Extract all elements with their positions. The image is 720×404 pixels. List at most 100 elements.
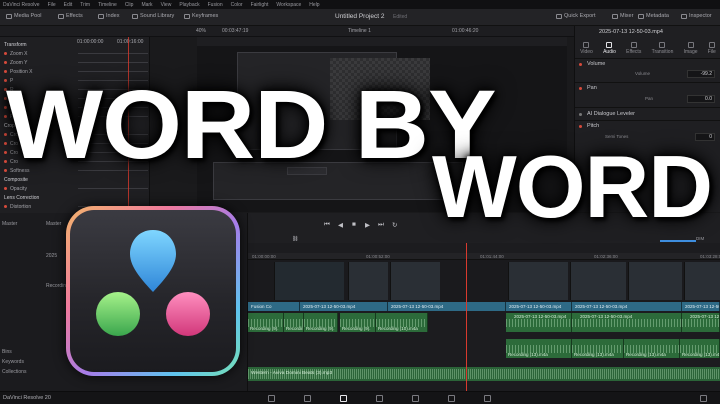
keyframe-track[interactable]: [78, 53, 148, 54]
skip-back-icon[interactable]: ⏮: [324, 221, 330, 229]
video-clip[interactable]: 2025-07-13 12-50-03.mp4: [506, 302, 572, 311]
tab-effects[interactable]: Effects: [626, 42, 641, 55]
keyframe-dot[interactable]: [4, 52, 7, 55]
audio-clip[interactable]: Recording (9).: [284, 313, 304, 332]
menu-item-trim[interactable]: Trim: [80, 2, 90, 8]
keyframe-dot[interactable]: [579, 63, 582, 66]
menu-item-fairlight[interactable]: Fairlight: [251, 2, 269, 8]
index-button[interactable]: Index: [98, 13, 119, 19]
sound-library-button[interactable]: Sound Library: [132, 13, 174, 19]
bins-label[interactable]: Bins: [2, 349, 12, 355]
menu-item-color[interactable]: Color: [231, 2, 243, 8]
color-page-icon[interactable]: [412, 395, 419, 402]
tab-image[interactable]: Image: [684, 42, 698, 55]
video-clip[interactable]: 2025-07-13 12-50-03.mp4: [388, 302, 506, 311]
keyframes-button[interactable]: Keyframes: [184, 13, 218, 19]
video-clip[interactable]: 2025-07-13 12-50-03.mp4: [572, 302, 682, 311]
metadata-button[interactable]: Metadata: [638, 13, 669, 19]
media-pool-button[interactable]: Media Pool: [6, 13, 42, 19]
link-icon[interactable]: ⛓: [292, 236, 298, 242]
volume-slider[interactable]: [660, 240, 696, 242]
timeline-selector[interactable]: Timeline 1: [348, 28, 371, 34]
pool-item-thumb-label[interactable]: Recordin: [46, 283, 66, 289]
collections-label[interactable]: Collections: [2, 369, 26, 375]
settings-gear-icon[interactable]: [700, 395, 707, 402]
cut-page-icon[interactable]: [304, 395, 311, 402]
audio-clip[interactable]: Recording (9).: [340, 313, 376, 332]
clip-thumbnail[interactable]: [508, 262, 568, 300]
volume-value[interactable]: -99.2: [687, 70, 715, 78]
audio-clip[interactable]: Recording (10).m4a: [376, 313, 428, 332]
fusion-page-icon[interactable]: [376, 395, 383, 402]
reverse-play-icon[interactable]: ◀: [338, 221, 343, 229]
timeline-ruler[interactable]: 01:00:00:00 01:00:52:00 01:01:44:00 01:02:3…: [248, 253, 720, 260]
edit-page-icon[interactable]: [340, 395, 347, 402]
volume-section[interactable]: Volume: [575, 60, 720, 69]
audio-clip[interactable]: Recording (13).m4a: [680, 339, 720, 358]
stop-icon[interactable]: ■: [352, 221, 356, 228]
audio-clip[interactable]: Recording (13).m4a: [624, 339, 680, 358]
video-clip[interactable]: 2025-07-13 12-50-03.mp4: [682, 302, 720, 311]
audio-clip[interactable]: Recording (9).: [248, 313, 284, 332]
menu-item-workspace[interactable]: Workspace: [276, 2, 301, 8]
menu-item-view[interactable]: View: [161, 2, 172, 8]
pan-section[interactable]: Pan: [575, 84, 720, 93]
master-bin-label[interactable]: Master: [2, 221, 17, 227]
skip-forward-icon[interactable]: ⏭: [378, 221, 384, 229]
mixer-button[interactable]: Mixer: [612, 13, 633, 19]
play-icon[interactable]: ▶: [365, 221, 370, 229]
keyframe-dot[interactable]: [4, 205, 7, 208]
music-track-clip[interactable]: Western - Aviva Domini Beats (3).mp3: [248, 367, 720, 381]
tab-audio[interactable]: Audio: [603, 42, 616, 55]
audio-clip[interactable]: Recording (13).m4a: [572, 339, 624, 358]
menu-item-edit[interactable]: Edit: [64, 2, 73, 8]
keywords-label[interactable]: Keywords: [2, 359, 24, 365]
quick-export-button[interactable]: Quick Export: [556, 13, 595, 19]
keyframe-track[interactable]: [78, 62, 148, 63]
playhead[interactable]: [466, 243, 467, 391]
tab-transition[interactable]: Transition: [652, 42, 673, 55]
keyframe-dot[interactable]: [579, 125, 582, 128]
keyframe-track[interactable]: [78, 188, 148, 189]
audio-clip[interactable]: Recording (9).: [304, 313, 338, 332]
video-clip[interactable]: Fusion Co: [248, 302, 300, 311]
menu-item-clip[interactable]: Clip: [125, 2, 134, 8]
keyframe-dot[interactable]: [4, 61, 7, 64]
fairlight-page-icon[interactable]: [448, 395, 455, 402]
clip-thumbnail[interactable]: [628, 262, 682, 300]
inspector-button[interactable]: Inspector: [681, 13, 712, 19]
menu-item-timeline[interactable]: Timeline: [98, 2, 117, 8]
ai-dialogue-leveler-section[interactable]: AI Dialogue Leveler: [575, 110, 720, 119]
pan-value[interactable]: 0.0: [687, 95, 715, 103]
tab-video[interactable]: Video: [580, 42, 593, 55]
keyframe-dot[interactable]: [579, 87, 582, 90]
media-page-icon[interactable]: [268, 395, 275, 402]
audio-clip[interactable]: Recording (13).m4a: [506, 339, 572, 358]
keyframe-dot[interactable]: [4, 187, 7, 190]
deliver-page-icon[interactable]: [484, 395, 491, 402]
video-clip[interactable]: 2025-07-13 12-50-03.mp4: [300, 302, 388, 311]
dim-button[interactable]: DIM: [696, 236, 704, 241]
pool-item-thumb-label[interactable]: 2025: [46, 253, 57, 259]
effects-button[interactable]: Effects: [58, 13, 83, 19]
toggle-dot[interactable]: [579, 113, 582, 116]
clip-thumbnail[interactable]: [390, 262, 440, 300]
clip-thumbnail[interactable]: [570, 262, 626, 300]
clip-thumbnail[interactable]: [684, 262, 720, 300]
tab-file[interactable]: File: [708, 42, 716, 55]
audio-clip[interactable]: 2025-07-13 12-50-03.mp4: [572, 313, 682, 332]
pitch-section[interactable]: Pitch: [575, 122, 720, 131]
audio-clip[interactable]: 2025-07-13 12-50-03.mp4: [682, 313, 720, 332]
clip-thumbnail[interactable]: [274, 262, 344, 300]
audio-clip[interactable]: 2025-07-13 12-50-03.mp4: [506, 313, 572, 332]
zoom-level[interactable]: 40%: [196, 28, 206, 34]
menu-item-file[interactable]: File: [48, 2, 56, 8]
clip-thumbnail[interactable]: [348, 262, 388, 300]
menu-item-playback[interactable]: Playback: [179, 2, 199, 8]
loop-icon[interactable]: ↻: [392, 221, 397, 229]
menu-item-davinci-resolve[interactable]: DaVinci Resolve: [3, 2, 40, 8]
menu-item-fusion[interactable]: Fusion: [208, 2, 223, 8]
edit-timeline[interactable]: 01:00:00:00 01:00:52:00 01:01:44:00 01:02:3…: [248, 243, 720, 391]
menu-item-help[interactable]: Help: [309, 2, 319, 8]
menu-item-mark[interactable]: Mark: [141, 2, 152, 8]
